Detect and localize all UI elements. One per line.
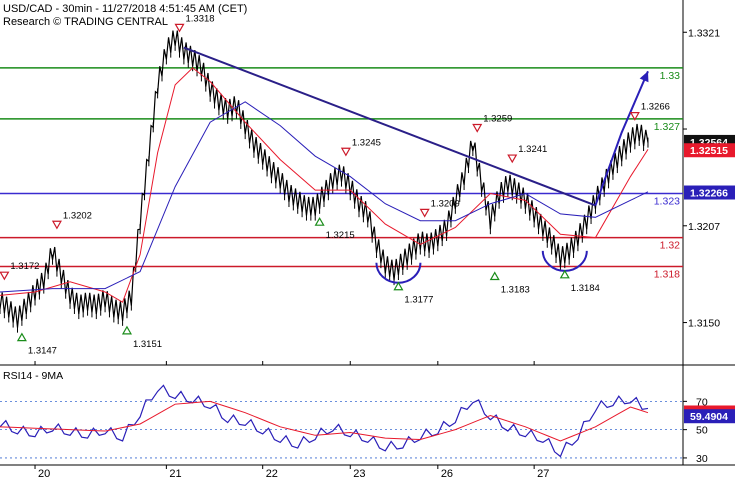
pivot-low-marker bbox=[489, 271, 500, 281]
rsi-line bbox=[0, 384, 649, 458]
pivot-high-label: 1.3259 bbox=[483, 114, 512, 125]
pivot-low-label: 1.3151 bbox=[133, 339, 162, 350]
level-label: 1.32 bbox=[660, 240, 681, 252]
pivot-high-marker bbox=[340, 147, 351, 157]
rsi-tick-label: 50 bbox=[696, 425, 708, 437]
level-label: 1.33 bbox=[660, 70, 681, 82]
pivot-high-label: 1.3318 bbox=[186, 13, 215, 24]
price-chart: 20 21 22 23 26 27 1.3321 1.3207 1.3150 1.33 1.327 1… bbox=[0, 0, 735, 480]
pivot-high-marker bbox=[472, 123, 483, 133]
rsi-ma-badge: 59.4904 bbox=[690, 411, 728, 423]
price-line bbox=[0, 30, 649, 328]
ma-slow-badge: 1.32266 bbox=[690, 188, 728, 200]
level-label: 1.327 bbox=[654, 121, 680, 133]
pivot-high-marker bbox=[51, 220, 62, 230]
level-label: 1.323 bbox=[654, 196, 680, 208]
date-label: 27 bbox=[537, 468, 549, 480]
pivot-high-label: 1.3266 bbox=[641, 102, 670, 113]
ma-fast-badge: 1.32515 bbox=[690, 145, 728, 157]
date-label: 20 bbox=[38, 468, 50, 480]
rsi-panel-title: RSI14 - 9MA bbox=[3, 370, 63, 382]
rsi-ma-line bbox=[0, 400, 649, 442]
price-tick-label: 1.3207 bbox=[688, 221, 720, 233]
pivot-high-label: 1.3245 bbox=[352, 137, 381, 148]
pivot-low-marker bbox=[16, 332, 27, 342]
pivot-low-marker bbox=[559, 269, 570, 279]
level-label: 1.318 bbox=[654, 269, 680, 281]
pivot-low-label: 1.3183 bbox=[501, 285, 530, 296]
pivot-low-label: 1.3147 bbox=[28, 346, 57, 357]
date-label: 23 bbox=[353, 468, 365, 480]
rsi-tick-label: 30 bbox=[696, 453, 708, 465]
trendline bbox=[183, 46, 596, 207]
price-tick-label: 1.3150 bbox=[688, 318, 720, 330]
pivot-low-marker bbox=[393, 281, 404, 291]
date-label: 22 bbox=[266, 468, 278, 480]
date-label: 26 bbox=[441, 468, 453, 480]
pivot-high-marker bbox=[0, 271, 10, 281]
pivot-high-label: 1.3172 bbox=[10, 261, 39, 272]
pivot-high-marker bbox=[419, 208, 430, 218]
price-tick-label: 1.3321 bbox=[688, 27, 720, 39]
pivot-low-marker bbox=[314, 216, 325, 226]
pivot-low-label: 1.3215 bbox=[326, 230, 355, 241]
pivot-high-label: 1.3202 bbox=[63, 210, 92, 221]
pivot-high-label: 1.3209 bbox=[431, 198, 460, 209]
pivot-low-marker bbox=[121, 325, 133, 335]
date-label: 21 bbox=[169, 468, 181, 480]
pivot-high-marker bbox=[507, 154, 518, 164]
pivot-low-label: 1.3184 bbox=[571, 283, 600, 294]
pivot-high-label: 1.3241 bbox=[518, 144, 547, 155]
pivot-high-marker bbox=[174, 23, 185, 33]
pivot-low-label: 1.3177 bbox=[404, 295, 433, 306]
